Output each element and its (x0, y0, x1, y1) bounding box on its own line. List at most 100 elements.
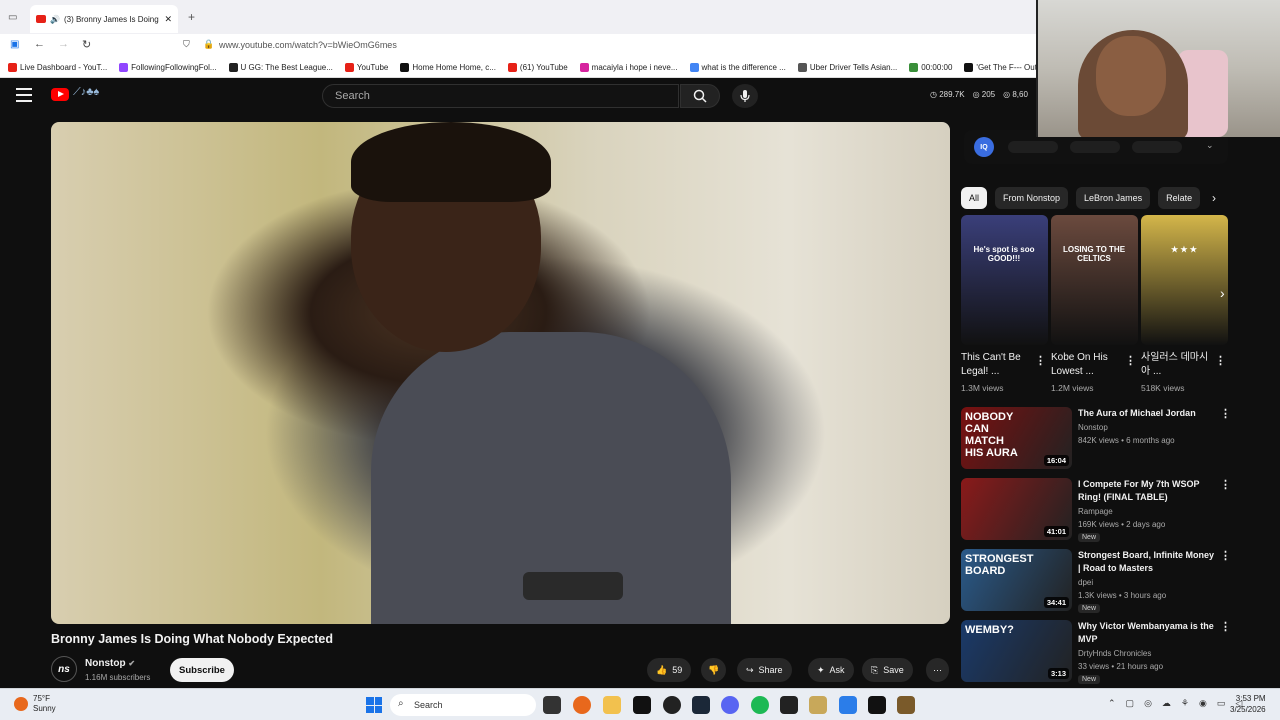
save-button[interactable]: ⎘ Save (862, 658, 913, 682)
browser-tab[interactable]: 🔊 (3) Bronny James Is Doing W ✕ (30, 5, 178, 33)
menu-icon[interactable] (16, 88, 32, 102)
ask-button[interactable]: ✦ Ask (808, 658, 854, 682)
bookmark-item[interactable]: U GG: The Best League... (228, 63, 333, 72)
chevron-right-icon[interactable]: › (1206, 187, 1222, 209)
short-thumbnail[interactable]: He's spot is soo GOOD!!! (961, 215, 1048, 345)
firefox-icon[interactable] (573, 696, 591, 714)
search-input[interactable]: Search (322, 84, 679, 108)
recommendation-channel[interactable]: Nonstop (1078, 423, 1108, 432)
tray-app-icon[interactable]: ⚘ (1181, 698, 1189, 709)
new-tab-icon[interactable]: + (188, 10, 195, 24)
app-icon[interactable] (839, 696, 857, 714)
recommendation-menu-icon[interactable]: ⋮ (1220, 407, 1231, 420)
recommendation-channel[interactable]: Rampage (1078, 507, 1113, 516)
file-explorer-icon[interactable] (603, 696, 621, 714)
recommendation-thumbnail[interactable]: STRONGEST BOARD 34:41 (961, 549, 1072, 611)
windows-start-icon[interactable] (366, 697, 382, 713)
channel-name[interactable]: Nonstop ✔ (85, 658, 135, 669)
short-title[interactable]: Kobe On His Lowest ... (1051, 351, 1127, 379)
recommendation-thumbnail[interactable]: WEMBY? 3:13 (961, 620, 1072, 682)
short-menu-icon[interactable]: ⋮ (1215, 354, 1226, 367)
bookmark-item[interactable]: 00:00:00 (909, 63, 952, 72)
league-icon[interactable] (809, 696, 827, 714)
url-field[interactable]: www.youtube.com/watch?v=bWieOmG6mes (219, 40, 397, 50)
recommendation-title[interactable]: The Aura of Michael Jordan (1078, 407, 1216, 420)
video-player[interactable] (51, 122, 950, 624)
spotify-icon[interactable] (751, 696, 769, 714)
short-title[interactable]: 사일러스 데마시아 ... (1141, 351, 1217, 379)
recommendation-title[interactable]: I Compete For My 7th WSOP Ring! (FINAL T… (1078, 478, 1216, 504)
youtube-doodle-icon[interactable]: ⟋♪♣♠ (73, 86, 99, 99)
forward-icon[interactable]: → (58, 38, 69, 50)
taskbar-search[interactable]: ⌕ Search (390, 694, 536, 716)
bookmark-item[interactable]: (61) YouTube (507, 63, 568, 72)
weather-widget[interactable]: 75°F Sunny (14, 694, 56, 714)
bookmark-item[interactable]: what is the difference ... (689, 63, 786, 72)
bookmark-item[interactable]: Uber Driver Tells Asian... (797, 63, 897, 72)
share-button[interactable]: ↪ Share (737, 658, 792, 682)
bookmark-item[interactable]: Home Home Home, c... (400, 63, 496, 72)
bookmark-item[interactable]: Live Dashboard - YouT... (8, 63, 107, 72)
short-menu-icon[interactable]: ⋮ (1125, 354, 1136, 367)
steam-icon[interactable] (692, 696, 710, 714)
youtube-logo-icon[interactable] (51, 88, 69, 101)
recommendation-title[interactable]: Strongest Board, Infinite Money | Road t… (1078, 549, 1216, 575)
lock-icon[interactable]: 🔒 (203, 39, 214, 50)
shield-icon[interactable]: ⛉ (183, 39, 190, 50)
recommendation-item[interactable]: STRONGEST BOARD 34:41 Strongest Board, Inf… (961, 549, 1231, 613)
task-view-icon[interactable] (543, 696, 561, 714)
discord-icon[interactable] (721, 696, 739, 714)
short-views: 1.3M views (961, 383, 1004, 393)
short-thumbnail[interactable]: ★ ★ ★ (1141, 215, 1228, 345)
tray-app-icon[interactable]: ◉ (1199, 698, 1207, 709)
recommendation-menu-icon[interactable]: ⋮ (1220, 478, 1231, 491)
display-icon[interactable]: ▭ (1217, 698, 1226, 709)
recommendation-item[interactable]: NOBODY CAN MATCH HIS AURA 16:04 The Aura o… (961, 407, 1231, 471)
recommendation-title[interactable]: Why Victor Wembanyama is the MVP (1078, 620, 1216, 646)
app-icon[interactable] (780, 696, 798, 714)
app-icon[interactable] (897, 696, 915, 714)
filter-chip[interactable]: From Nonstop (995, 187, 1069, 209)
short-title[interactable]: This Can't Be Legal! ... (961, 351, 1037, 379)
recommendation-item[interactable]: 41:01 I Compete For My 7th WSOP Ring! (FI… (961, 478, 1231, 542)
filter-chip[interactable]: LeBron James (1076, 187, 1151, 209)
tray-app-icon[interactable]: ▢ (1126, 698, 1135, 709)
tab-list-icon[interactable]: ▭ (8, 12, 17, 23)
bookmark-item[interactable]: FollowingFollowingFol... (119, 63, 217, 72)
channel-avatar[interactable]: ns (51, 656, 77, 682)
sidebar-toggle-icon[interactable]: ▣ (10, 39, 19, 50)
bookmark-item[interactable]: macaiyla i hope i neve... (579, 63, 678, 72)
like-button[interactable]: 👍 59 (647, 658, 692, 682)
recommendation-thumbnail[interactable]: NOBODY CAN MATCH HIS AURA 16:04 (961, 407, 1072, 469)
short-thumbnail[interactable]: LOSING TO THE CELTICS (1051, 215, 1138, 345)
dislike-button[interactable]: 👎 (701, 658, 727, 682)
filter-chip[interactable]: Relate (1158, 187, 1201, 209)
notion-icon[interactable] (868, 696, 886, 714)
search-button[interactable] (680, 84, 720, 108)
iq-extension-icon[interactable]: IQ (974, 137, 994, 157)
short-menu-icon[interactable]: ⋮ (1035, 354, 1046, 367)
recommendation-thumbnail[interactable]: 41:01 (961, 478, 1072, 540)
voice-search-button[interactable] (732, 84, 758, 108)
bookmark-item[interactable]: YouTube (344, 63, 388, 72)
recommendation-channel[interactable]: dpei (1078, 578, 1093, 587)
tray-app-icon[interactable]: ◎ (1144, 698, 1152, 709)
chevron-down-icon[interactable]: ⌄ (1206, 140, 1214, 151)
clock[interactable]: 3:53 PM 3/25/2026 (1230, 693, 1266, 715)
reload-icon[interactable]: ↻ (82, 38, 91, 51)
subscribe-button[interactable]: Subscribe (170, 658, 234, 682)
shorts-next-icon[interactable]: › (1220, 285, 1225, 301)
filter-chip[interactable]: All (961, 187, 988, 209)
speaker-icon[interactable]: 🔊 (50, 15, 60, 24)
recommendation-item[interactable]: WEMBY? 3:13 Why Victor Wembanyama is the M… (961, 620, 1231, 684)
tray-chevron-icon[interactable]: ⌃ (1108, 698, 1116, 709)
tray-app-icon[interactable]: ☁ (1162, 698, 1171, 709)
back-icon[interactable]: ← (34, 38, 45, 50)
x-app-icon[interactable] (633, 696, 651, 714)
close-tab-icon[interactable]: ✕ (164, 14, 172, 25)
app-icon[interactable] (663, 696, 681, 714)
recommendation-channel[interactable]: DrtyHnds Chronicles (1078, 649, 1151, 658)
more-actions-button[interactable]: ⋯ (926, 658, 949, 682)
recommendation-menu-icon[interactable]: ⋮ (1220, 620, 1231, 633)
recommendation-menu-icon[interactable]: ⋮ (1220, 549, 1231, 562)
